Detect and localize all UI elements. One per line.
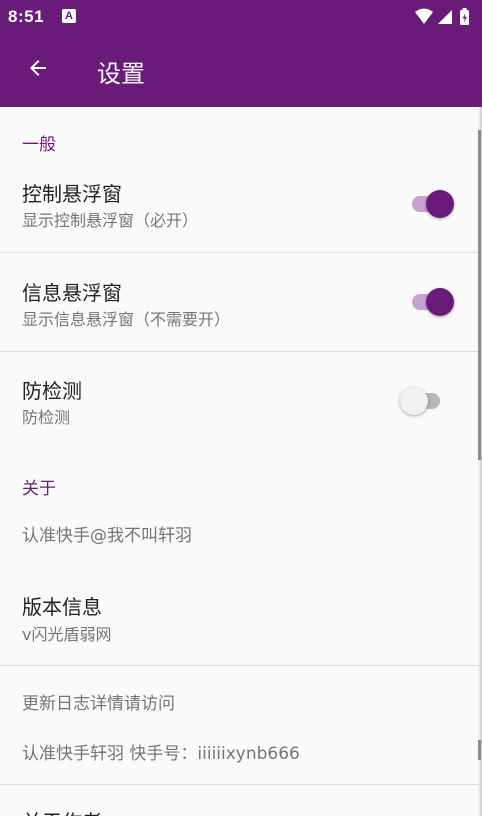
switch-anti-detect[interactable] xyxy=(400,385,450,415)
changelog-text: 更新日志详情请访问 xyxy=(22,694,175,714)
section-header-general: 一般 xyxy=(22,135,56,155)
wifi-icon xyxy=(415,8,433,24)
pref-title: 版本信息 xyxy=(22,595,102,619)
status-bar: 8:51 A xyxy=(0,0,482,34)
pref-summary: v闪光盾弱网 xyxy=(22,625,112,644)
page-title: 设置 xyxy=(97,60,145,88)
pref-summary: 显示信息悬浮窗（不需要开） xyxy=(22,310,231,329)
status-time: 8:51 xyxy=(8,7,45,26)
back-button[interactable] xyxy=(18,48,58,88)
scrollbar[interactable] xyxy=(478,130,481,460)
status-icons xyxy=(415,8,469,25)
a-letter-icon: A xyxy=(62,9,76,23)
pref-title: 关于作者 xyxy=(22,806,102,816)
pref-title: 信息悬浮窗 xyxy=(22,281,122,305)
scrollbar-fragment xyxy=(478,740,481,760)
credit-text: 认准快手@我不叫轩羽 xyxy=(22,526,192,546)
contact-text: 认准快手轩羽 快手号：iiiiiixynb666 xyxy=(22,744,300,764)
arrow-back-icon xyxy=(30,60,46,76)
section-header-about: 关于 xyxy=(22,479,56,499)
pref-title: 防检测 xyxy=(22,379,82,403)
switch-thumb xyxy=(426,190,454,218)
signal-icon xyxy=(438,10,452,24)
switch-thumb xyxy=(426,288,454,316)
pref-summary: 显示控制悬浮窗（必开） xyxy=(22,211,199,230)
pref-summary: 防检测 xyxy=(22,408,71,427)
battery-charging-icon xyxy=(460,8,469,25)
pref-title: 控制悬浮窗 xyxy=(22,182,122,206)
app-bar: 设置 xyxy=(0,34,482,107)
switch-thumb xyxy=(400,387,428,415)
switch-control-float[interactable] xyxy=(408,188,458,218)
switch-info-float[interactable] xyxy=(408,286,458,316)
